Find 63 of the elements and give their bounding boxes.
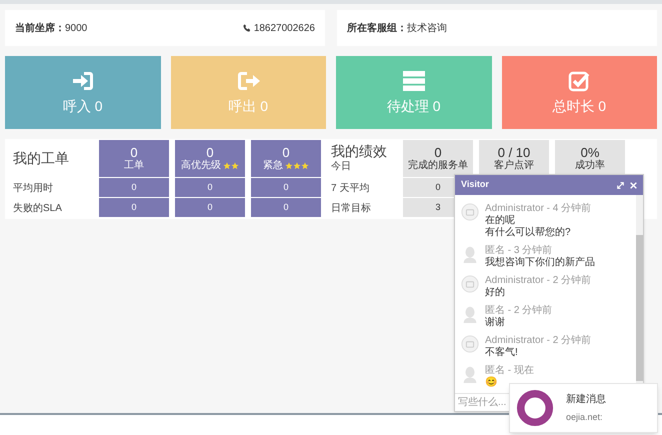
message-meta: Administrator - 2 分钟前: [485, 275, 592, 287]
message-text: 有什么可以帮您的?: [485, 227, 572, 239]
stat-tile[interactable]: 待处理 0: [336, 56, 492, 129]
tile-label: 呼入 0: [62, 96, 103, 116]
ticket-count: 0: [282, 146, 290, 160]
section-subtitle: 今日: [331, 161, 352, 173]
table-cell: 0: [99, 198, 169, 217]
avatar-icon: [461, 305, 479, 323]
message-meta: 匿名 - 2 分钟前: [485, 305, 552, 316]
server-icon: [402, 68, 426, 92]
notification-title: 新建消息: [566, 392, 606, 407]
performance-value: 0%: [580, 146, 600, 160]
column-label: 客户点评: [494, 160, 534, 172]
row-label: 日常目标: [331, 202, 371, 216]
message-meta: Administrator - 4 分钟前: [485, 203, 592, 215]
seat-text: 当前坐席：9000: [15, 21, 88, 36]
group-text: 所在客服组：技术咨询: [347, 21, 447, 36]
table-cell: 0: [175, 198, 245, 217]
notification-popup[interactable]: 新建消息 oejia.net:: [509, 383, 658, 433]
message-text: 我想咨询下你们的新产品: [485, 257, 595, 269]
row-label: 7 天平均: [331, 182, 370, 196]
message-meta: Administrator - 2 分钟前: [485, 335, 592, 346]
column-label: 成功率: [575, 160, 605, 172]
table-cell: 0: [251, 198, 321, 217]
avatar-icon: [461, 245, 479, 263]
stat-tile[interactable]: 呼出 0: [170, 56, 326, 129]
column-label: 高优先级: [181, 160, 221, 172]
column-label: 紧急: [263, 160, 283, 172]
phone-number: 18627002626: [254, 22, 315, 36]
ticket-count: 0: [130, 146, 138, 160]
avatar-icon: [461, 275, 479, 293]
stat-tile[interactable]: 总时长 0: [502, 56, 657, 129]
tile-label: 呼出 0: [228, 96, 268, 116]
table-cell: 0: [99, 178, 169, 197]
row-label: 平均用时: [13, 182, 53, 196]
avatar-icon: [461, 203, 479, 221]
column-label: 完成的服务单: [408, 160, 468, 172]
table-cell: 0: [175, 178, 245, 197]
message-meta: 匿名 - 现在: [485, 365, 534, 376]
message-text: 在的呢: [485, 215, 516, 227]
ticket-count: 0: [206, 146, 214, 160]
performance-value: 0: [434, 146, 442, 160]
expand-icon[interactable]: [617, 182, 624, 188]
message-text: 好的: [485, 287, 506, 299]
message-text: 谢谢: [485, 317, 506, 329]
section-title: 我的工单: [13, 150, 69, 168]
notification-source: oejia.net:: [566, 410, 604, 424]
column-label: 工单: [124, 160, 144, 172]
phone-icon: [242, 24, 251, 32]
message-text: 不客气!: [485, 347, 519, 359]
message-text: 😊: [485, 377, 498, 389]
close-icon[interactable]: [630, 182, 637, 188]
ring-icon: [516, 389, 554, 427]
tile-label: 待处理 0: [386, 96, 441, 116]
row-label: 失败的SLA: [13, 202, 62, 216]
table-cell: 0: [251, 178, 321, 197]
avatar-icon: [461, 335, 479, 353]
stat-tile[interactable]: 呼入 0: [5, 56, 160, 129]
tile-label: 总时长 0: [552, 96, 606, 116]
avatar-icon: [461, 365, 479, 383]
performance-value: 0 / 10: [498, 146, 530, 160]
message-meta: 匿名 - 3 分钟前: [485, 245, 554, 256]
section-title: 我的绩效: [331, 145, 388, 161]
